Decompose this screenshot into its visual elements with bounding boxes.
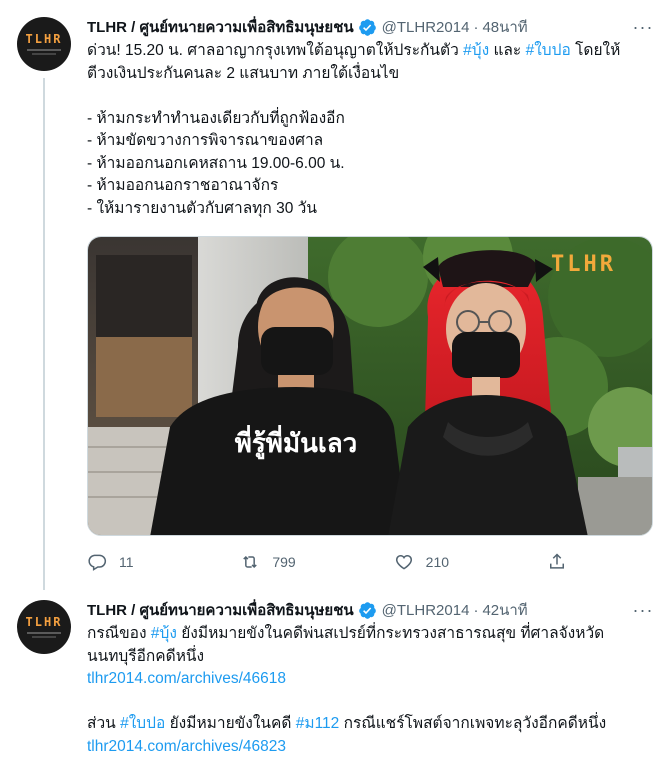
tweet-1[interactable]: TLHR TLHR / ศูนย์ทนายความเพื่อสิทธิมนุษย… — [0, 0, 670, 590]
text-segment: ยังมีหมายขังในคดีพ่นสเปรย์ที่กระทรวงสาธา… — [176, 625, 605, 642]
text-line: ด่วน! 15.20 น. ศาลอาญากรุงเทพใต้อนุญาตให… — [87, 40, 653, 63]
handle[interactable]: @TLHR2014 — [382, 602, 470, 619]
tweet-header: TLHR / ศูนย์ทนายความเพื่อสิทธิมนุษยชน @T… — [87, 599, 528, 621]
text-line: - ห้ามขัดขวางการพิจารณาของศาล — [87, 130, 653, 153]
text-segment: ยังมีหมายขังในคดี — [165, 715, 296, 732]
avatar-logo-text: TLHR — [25, 615, 63, 629]
avatar-logo-underline — [27, 49, 61, 51]
avatar-logo-underline — [27, 632, 61, 634]
text-segment: - ห้ามออกนอกเคหสถาน 19.00-6.00 น. — [87, 154, 345, 172]
hashtag-link[interactable]: #ใบปอ — [120, 715, 165, 732]
thread-connector-line — [43, 78, 45, 590]
text-segment: ตีวงเงินประกันคนละ 2 แสนบาท ภายใต้เงื่อน… — [87, 64, 400, 82]
tweet-header: TLHR / ศูนย์ทนายความเพื่อสิทธิมนุษยชน @T… — [87, 16, 528, 38]
share-button[interactable] — [547, 550, 567, 574]
like-count: 210 — [425, 554, 450, 570]
text-line: - ห้ามออกนอกราชอาณาจักร — [87, 175, 653, 198]
url-link[interactable]: tlhr2014.com/archives/46823 — [87, 738, 286, 755]
text-line: tlhr2014.com/archives/46618 — [87, 668, 653, 691]
photo-watermark: TLHR — [551, 252, 616, 277]
share-icon — [549, 553, 564, 569]
text-line: ตีวงเงินประกันคนละ 2 แสนบาท ภายใต้เงื่อน… — [87, 63, 653, 86]
avatar-logo-underline-2 — [32, 636, 56, 638]
tweet-text: กรณีของ #บุ้ง ยังมีหมายขังในคดีพ่นสเปรย์… — [87, 623, 653, 758]
text-segment: ส่วน — [87, 715, 121, 732]
text-segment: นนทบุรีอีกคดีหนึ่ง — [87, 647, 205, 665]
text-segment: - ห้ามขัดขวางการพิจารณาของศาล — [87, 132, 324, 149]
hashtag-link[interactable]: #ใบปอ — [526, 42, 571, 59]
heart-icon — [395, 554, 412, 570]
text-segment: โดยให้ — [570, 42, 621, 59]
handle[interactable]: @TLHR2014 — [382, 19, 470, 36]
retweet-button[interactable]: 799 — [240, 550, 393, 574]
text-line: - ห้ามกระทำทำนองเดียวกับที่ถูกฟ้องอีก — [87, 108, 653, 131]
reply-icon — [88, 554, 107, 571]
like-button[interactable]: 210 — [394, 550, 547, 574]
text-line: - ห้ามออกนอกเคหสถาน 19.00-6.00 น. — [87, 153, 653, 176]
text-segment: ด่วน! 15.20 น. ศาลอาญากรุงเทพใต้อนุญาตให… — [87, 42, 464, 59]
hashtag-link[interactable]: #บุ้ง — [463, 42, 489, 59]
text-segment: - ให้มารายงานตัวกับศาลทุก 30 วัน — [87, 199, 317, 217]
hashtag-link[interactable]: #ม112 — [296, 715, 340, 732]
text-segment: - ห้ามกระทำทำนองเดียวกับที่ถูกฟ้องอีก — [87, 109, 345, 127]
tweet-text: ด่วน! 15.20 น. ศาลอาญากรุงเทพใต้อนุญาตให… — [87, 40, 653, 220]
separator-dot: · — [473, 18, 479, 36]
text-segment: และ — [489, 42, 526, 59]
url-link[interactable]: tlhr2014.com/archives/46618 — [87, 670, 286, 687]
text-segment: กรณีของ — [87, 625, 151, 642]
tweet-actions: 11 799 210 — [87, 550, 567, 574]
verified-badge-icon — [358, 18, 377, 37]
timestamp[interactable]: 48นาที — [482, 15, 527, 39]
text-line: ส่วน #ใบปอ ยังมีหมายขังในคดี #ม112 กรณีแ… — [87, 713, 653, 736]
retweet-icon — [243, 555, 258, 569]
shirt-text: พี่รู้พี่มันเลว — [235, 424, 358, 460]
more-options-icon[interactable]: ··· — [632, 16, 654, 38]
avatar-logo-underline-2 — [32, 53, 56, 55]
text-line: - ให้มารายงานตัวกับศาลทุก 30 วัน — [87, 198, 653, 221]
reply-button[interactable]: 11 — [87, 550, 240, 574]
more-options-icon[interactable]: ··· — [632, 599, 654, 621]
photo-illustration: พี่รู้พี่มันเลว TLHR — [88, 237, 652, 535]
text-line: tlhr2014.com/archives/46823 — [87, 736, 653, 759]
reply-count: 11 — [119, 554, 134, 570]
hashtag-link[interactable]: #บุ้ง — [151, 625, 177, 642]
separator-dot: · — [473, 601, 479, 619]
tweet-photo[interactable]: พี่รู้พี่มันเลว TLHR — [87, 236, 653, 536]
text-line: กรณีของ #บุ้ง ยังมีหมายขังในคดีพ่นสเปรย์… — [87, 623, 653, 646]
display-name[interactable]: TLHR / ศูนย์ทนายความเพื่อสิทธิมนุษยชน — [87, 598, 354, 622]
avatar-logo-text: TLHR — [25, 32, 63, 46]
avatar[interactable]: TLHR — [17, 600, 71, 654]
timestamp[interactable]: 42นาที — [482, 598, 527, 622]
avatar[interactable]: TLHR — [17, 17, 71, 71]
tweet-2[interactable]: TLHR TLHR / ศูนย์ทนายความเพื่อสิทธิมนุษย… — [0, 590, 670, 762]
text-segment: กรณีแชร์โพสต์จากเพจทะลุวังอีกคดีหนึ่ง — [339, 715, 607, 732]
text-segment: - ห้ามออกนอกราชอาณาจักร — [87, 177, 279, 194]
display-name[interactable]: TLHR / ศูนย์ทนายความเพื่อสิทธิมนุษยชน — [87, 15, 354, 39]
text-line: นนทบุรีอีกคดีหนึ่ง — [87, 646, 653, 669]
retweet-count: 799 — [272, 554, 296, 570]
verified-badge-icon — [358, 601, 377, 620]
